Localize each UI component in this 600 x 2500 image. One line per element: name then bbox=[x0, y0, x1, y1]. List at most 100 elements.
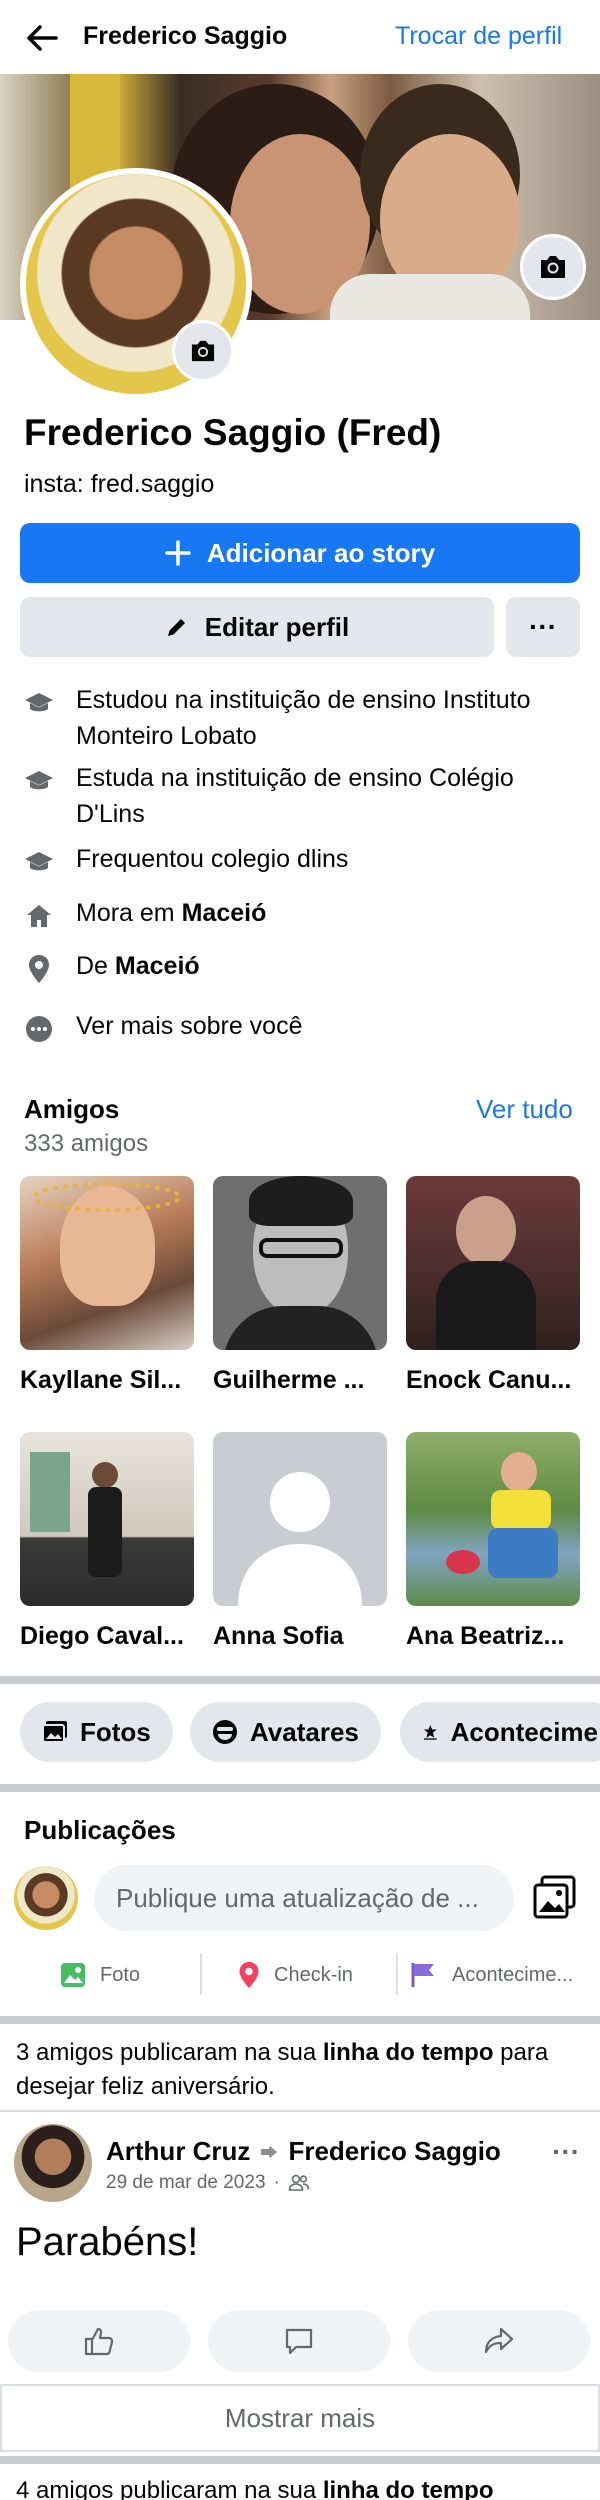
post-author-avatar[interactable] bbox=[14, 2124, 92, 2202]
post-date[interactable]: 29 de mar de 2023 bbox=[106, 2172, 266, 2194]
section-divider bbox=[0, 2456, 600, 2464]
status-composer-input[interactable]: Publique uma atualização de ... bbox=[94, 1865, 514, 1931]
photos-chip[interactable]: Fotos bbox=[20, 1702, 173, 1762]
profile-bio: insta: fred.saggio bbox=[24, 470, 215, 498]
camera-icon bbox=[191, 340, 215, 362]
friend-card[interactable]: Diego Caval... bbox=[20, 1432, 194, 1651]
friend-name: Anna Sofia bbox=[213, 1622, 344, 1650]
friend-name: Ana Beatriz... bbox=[406, 1622, 565, 1650]
cover-camera-button[interactable] bbox=[520, 234, 586, 300]
post-menu-button[interactable]: ··· bbox=[552, 2136, 580, 2168]
event-action[interactable]: Acontecime... bbox=[410, 1955, 573, 1995]
info-prefix: De bbox=[76, 952, 115, 980]
friends-count: 333 amigos bbox=[24, 1130, 149, 1157]
friends-section-title: Amigos bbox=[24, 1094, 120, 1124]
post-author-line: Arthur Cruz Frederico Saggio bbox=[106, 2136, 501, 2167]
composer-avatar[interactable] bbox=[14, 1866, 78, 1930]
post-body: Parabéns! bbox=[16, 2220, 199, 2264]
meta-separator: · bbox=[273, 2172, 280, 2193]
add-story-button[interactable]: Adicionar ao story bbox=[20, 523, 580, 583]
friend-name: Guilherme ... bbox=[213, 1366, 365, 1394]
add-photo-icon[interactable] bbox=[532, 1874, 578, 1920]
more-options-button[interactable]: ··· bbox=[506, 597, 580, 657]
info-see-more[interactable]: Ver mais sobre você bbox=[20, 1008, 580, 1048]
friend-card[interactable]: Anna Sofia bbox=[213, 1432, 387, 1651]
graduation-cap-icon bbox=[20, 762, 58, 800]
see-all-friends-link[interactable]: Ver tudo bbox=[476, 1094, 573, 1125]
friend-card[interactable]: Guilherme ... bbox=[213, 1176, 387, 1395]
checkin-action[interactable]: Check-in bbox=[238, 1955, 353, 1995]
avatar-camera-button[interactable] bbox=[172, 320, 234, 382]
more-dots-icon bbox=[20, 1010, 58, 1048]
events-chip-label: Acontecime bbox=[450, 1716, 598, 1747]
photo-action[interactable]: Foto bbox=[60, 1955, 140, 1995]
action-separator bbox=[396, 1953, 398, 1995]
arrow-right-icon bbox=[261, 2145, 278, 2158]
friends-audience-icon bbox=[288, 2174, 310, 2191]
info-city: Maceió bbox=[181, 899, 267, 927]
default-avatar-icon bbox=[238, 1472, 362, 1606]
section-divider bbox=[0, 1784, 600, 1792]
events-chip[interactable]: Acontecime bbox=[400, 1702, 600, 1762]
info-text: Mora em Maceió bbox=[76, 895, 266, 931]
photos-icon bbox=[42, 1721, 67, 1743]
info-text: Frequentou colegio dlins bbox=[76, 845, 349, 873]
timeline-notice: 4 amigos publicaram na sua linha do temp… bbox=[16, 2474, 596, 2500]
avatar-face-icon bbox=[213, 1720, 237, 1744]
info-education-1[interactable]: Estudou na instituição de ensino Institu… bbox=[20, 682, 580, 754]
friend-name: Enock Canu... bbox=[406, 1366, 572, 1394]
friend-photo bbox=[20, 1432, 194, 1606]
post-meta: 29 de mar de 2023 · bbox=[106, 2172, 310, 2194]
info-text: Estudou na instituição de ensino Institu… bbox=[76, 686, 531, 750]
friend-card[interactable]: Kayllane Sil... bbox=[20, 1176, 194, 1395]
info-text: De Maceió bbox=[76, 948, 200, 984]
pencil-icon bbox=[167, 619, 185, 636]
info-education-2[interactable]: Estuda na instituição de ensino Colégio … bbox=[20, 760, 580, 832]
info-prefix: Mora em bbox=[76, 899, 182, 927]
post-author-name[interactable]: Arthur Cruz bbox=[106, 2136, 250, 2167]
photo-icon bbox=[61, 1963, 85, 1987]
info-from[interactable]: De Maceió bbox=[20, 948, 580, 988]
edit-profile-button[interactable]: Editar perfil bbox=[20, 597, 494, 657]
notice-prefix: 4 amigos publicaram na sua bbox=[16, 2477, 323, 2500]
comment-icon bbox=[285, 2328, 313, 2355]
post-divider bbox=[0, 2110, 600, 2112]
info-text: Estuda na instituição de ensino Colégio … bbox=[76, 764, 514, 828]
profile-name: Frederico Saggio (Fred) bbox=[24, 412, 442, 453]
share-button[interactable] bbox=[408, 2310, 590, 2372]
event-action-label: Acontecime... bbox=[452, 1963, 574, 1986]
info-city: Maceió bbox=[114, 952, 200, 980]
notice-prefix: 3 amigos publicaram na sua bbox=[16, 2039, 323, 2066]
notice-timeline-link[interactable]: linha do tempo bbox=[323, 2039, 494, 2066]
notice-timeline-link[interactable]: linha do tempo bbox=[323, 2477, 494, 2500]
flag-icon bbox=[411, 1963, 434, 1987]
home-icon bbox=[20, 897, 58, 935]
cover-figure-shirt bbox=[330, 274, 530, 320]
action-separator bbox=[200, 1953, 202, 1995]
timeline-notice: 3 amigos publicaram na sua linha do temp… bbox=[16, 2036, 586, 2104]
info-education-3[interactable]: Frequentou colegio dlins bbox=[20, 841, 580, 881]
graduation-cap-icon bbox=[20, 684, 58, 722]
comment-button[interactable] bbox=[208, 2310, 390, 2372]
friend-name: Diego Caval... bbox=[20, 1622, 184, 1650]
posts-section-title: Publicações bbox=[24, 1815, 176, 1845]
like-button[interactable] bbox=[8, 2310, 190, 2372]
friend-photo bbox=[406, 1176, 580, 1350]
checkin-action-label: Check-in bbox=[274, 1963, 353, 1986]
add-story-label: Adicionar ao story bbox=[206, 537, 436, 568]
graduation-cap-icon bbox=[20, 843, 58, 881]
plus-icon bbox=[165, 540, 191, 566]
photo-action-label: Foto bbox=[100, 1963, 141, 1986]
checkin-pin-icon bbox=[239, 1962, 259, 1988]
post-target-name[interactable]: Frederico Saggio bbox=[288, 2136, 500, 2167]
friend-card[interactable]: Ana Beatriz... bbox=[406, 1432, 580, 1651]
friend-card[interactable]: Enock Canu... bbox=[406, 1176, 580, 1395]
share-arrow-icon bbox=[484, 2327, 514, 2354]
show-more-button[interactable]: Mostrar mais bbox=[0, 2384, 600, 2452]
switch-profile-link[interactable]: Trocar de perfil bbox=[395, 22, 562, 51]
avatars-chip[interactable]: Avatares bbox=[190, 1702, 381, 1762]
friend-photo bbox=[20, 1176, 194, 1350]
info-lives-in[interactable]: Mora em Maceió bbox=[20, 895, 580, 935]
back-arrow-icon[interactable] bbox=[22, 18, 62, 58]
section-divider bbox=[0, 1676, 600, 1684]
